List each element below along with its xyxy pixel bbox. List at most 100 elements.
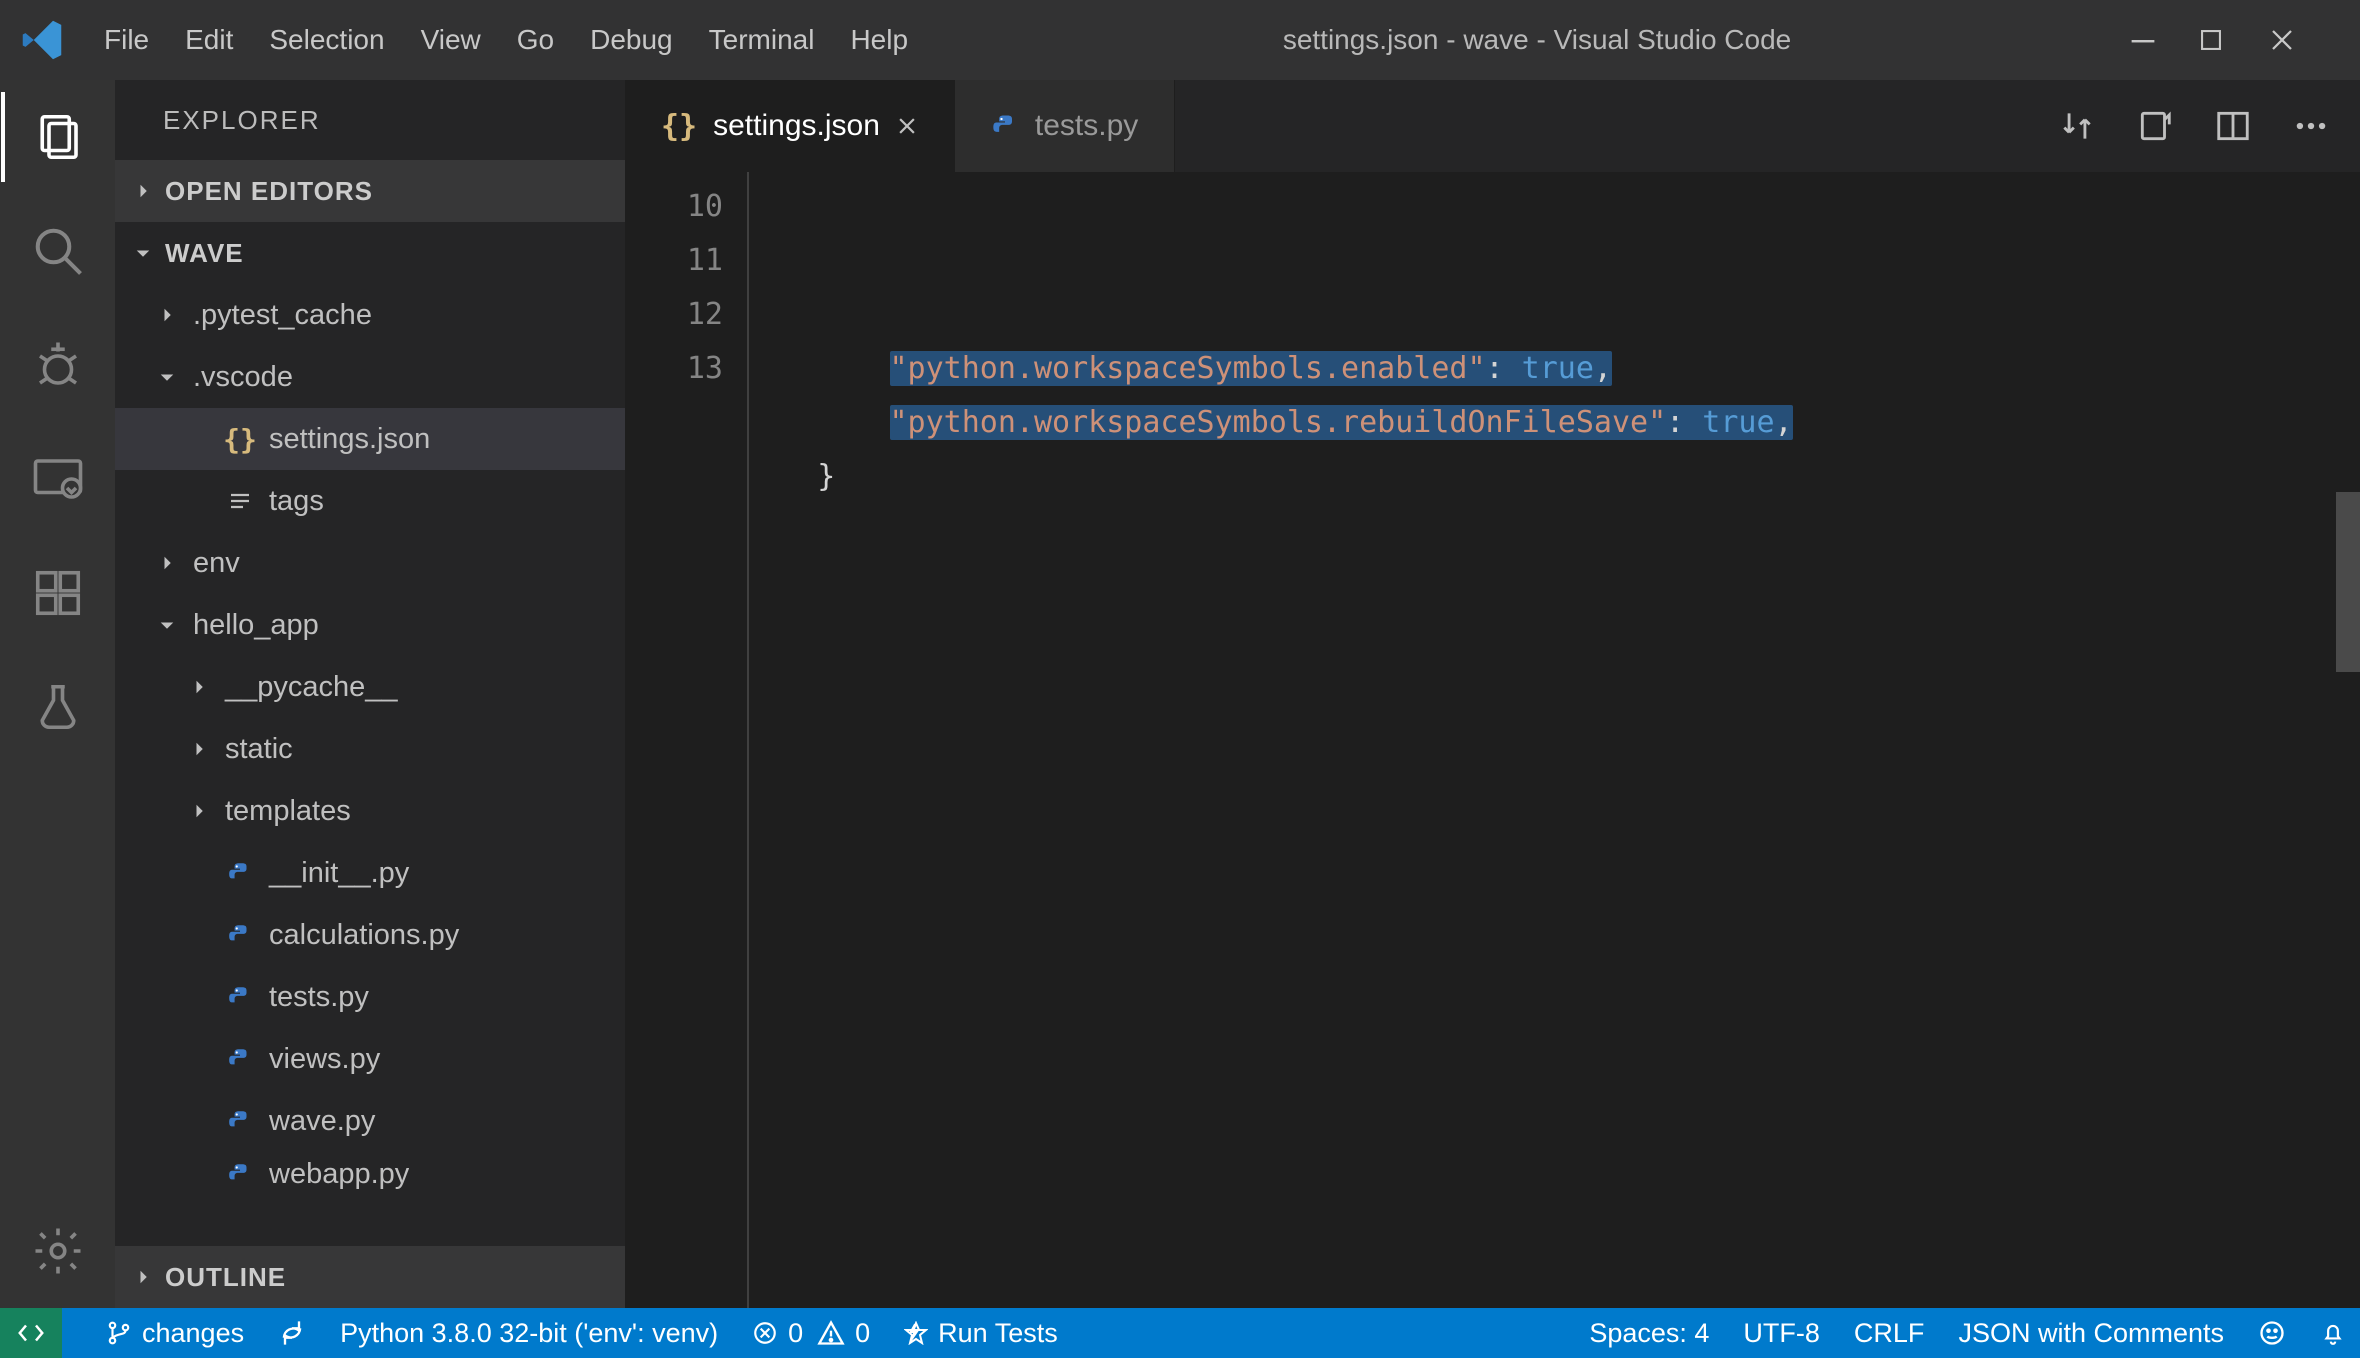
python-icon	[225, 984, 255, 1010]
open-editors-section[interactable]: OPEN EDITORS	[115, 160, 625, 222]
tree-item-label: tags	[269, 485, 324, 518]
project-name-label: WAVE	[165, 238, 244, 269]
settings-gear-icon[interactable]	[31, 1224, 85, 1278]
explorer-icon[interactable]	[31, 110, 85, 164]
sidebar-explorer: EXPLORER OPEN EDITORS WAVE .pytest_cache…	[115, 80, 625, 1308]
test-icon[interactable]	[31, 680, 85, 734]
outline-section[interactable]: OUTLINE	[115, 1246, 625, 1308]
file-tree: .pytest_cache.vscode {} settings.json tagse…	[115, 284, 625, 1246]
window-maximize-icon[interactable]	[2200, 29, 2270, 51]
window-close-icon[interactable]	[2270, 28, 2340, 52]
tree-item-label: settings.json	[269, 423, 430, 456]
search-icon[interactable]	[31, 224, 85, 278]
split-editor-icon[interactable]	[2214, 107, 2252, 145]
tree-item-label: env	[193, 547, 240, 580]
project-section[interactable]: WAVE	[115, 222, 625, 284]
folder-item[interactable]: hello_app	[115, 594, 625, 656]
warnings-count[interactable]: 0	[817, 1318, 870, 1349]
chevron-right-icon	[187, 739, 211, 759]
file-item[interactable]: webapp.py	[115, 1152, 625, 1196]
editor-body[interactable]: 10111213 "python.workspaceSymbols.enable…	[625, 172, 2360, 1308]
file-item[interactable]: __init__.py	[115, 842, 625, 904]
extensions-icon[interactable]	[31, 566, 85, 620]
remote-explorer-icon[interactable]	[31, 452, 85, 506]
tree-item-label: templates	[225, 795, 351, 828]
git-branch[interactable]: changes	[106, 1318, 244, 1349]
menu-file[interactable]: File	[104, 24, 149, 56]
title-bar: File Edit Selection View Go Debug Termin…	[0, 0, 2360, 80]
folder-item[interactable]: __pycache__	[115, 656, 625, 718]
tree-item-label: __pycache__	[225, 671, 398, 704]
file-item[interactable]: {} settings.json	[115, 408, 625, 470]
file-item[interactable]: tests.py	[115, 966, 625, 1028]
errors-count[interactable]: 0	[752, 1318, 803, 1349]
debug-icon[interactable]	[31, 338, 85, 392]
line-number: 10	[625, 180, 723, 234]
folder-item[interactable]: .pytest_cache	[115, 284, 625, 346]
tree-item-label: wave.py	[269, 1105, 375, 1138]
more-actions-icon[interactable]	[2292, 107, 2330, 145]
sidebar-header: EXPLORER	[115, 80, 625, 160]
encoding[interactable]: UTF-8	[1743, 1318, 1820, 1349]
json-icon: {}	[225, 423, 255, 456]
scrollbar-thumb[interactable]	[2336, 492, 2360, 672]
indentation[interactable]: Spaces: 4	[1589, 1318, 1709, 1349]
editor-area: {} settings.json tests.py	[625, 80, 2360, 1308]
python-icon	[225, 922, 255, 948]
chevron-down-icon	[133, 243, 153, 263]
menu-help[interactable]: Help	[850, 24, 908, 56]
python-interpreter[interactable]: Python 3.8.0 32-bit ('env': venv)	[340, 1318, 718, 1349]
tab-label: settings.json	[713, 109, 880, 143]
run-tests-label: Run Tests	[938, 1318, 1058, 1349]
activity-bar	[0, 80, 115, 1308]
git-branch-label: changes	[142, 1318, 244, 1349]
status-bar: changes Python 3.8.0 32-bit ('env': venv…	[0, 1308, 2360, 1358]
file-item[interactable]: wave.py	[115, 1090, 625, 1152]
code-line[interactable]: "python.workspaceSymbols.rebuildOnFileSa…	[745, 396, 2360, 450]
menu-edit[interactable]: Edit	[185, 24, 233, 56]
json-icon: {}	[661, 109, 697, 144]
eol[interactable]: CRLF	[1854, 1318, 1925, 1349]
editor-tabbar: {} settings.json tests.py	[625, 80, 2360, 172]
menu-go[interactable]: Go	[517, 24, 554, 56]
outline-label: OUTLINE	[165, 1262, 286, 1293]
run-tests[interactable]: Run Tests	[904, 1318, 1058, 1349]
tab-tests-py[interactable]: tests.py	[955, 80, 1175, 172]
menu-view[interactable]: View	[421, 24, 481, 56]
code-line[interactable]: "python.workspaceSymbols.enabled": true,	[745, 342, 2360, 396]
language-mode[interactable]: JSON with Comments	[1958, 1318, 2224, 1349]
menu-debug[interactable]: Debug	[590, 24, 673, 56]
window-minimize-icon[interactable]	[2130, 27, 2200, 53]
python-icon	[225, 1108, 255, 1134]
window-title: settings.json - wave - Visual Studio Cod…	[1283, 24, 1791, 56]
file-item[interactable]: calculations.py	[115, 904, 625, 966]
code-line[interactable]: }	[745, 450, 2360, 504]
sync-icon[interactable]	[278, 1319, 306, 1347]
menu-selection[interactable]: Selection	[269, 24, 384, 56]
tab-label: tests.py	[1035, 109, 1138, 143]
tree-item-label: calculations.py	[269, 919, 459, 952]
file-item[interactable]: tags	[115, 470, 625, 532]
line-number: 13	[625, 342, 723, 396]
compare-changes-icon[interactable]	[2058, 107, 2096, 145]
feedback-smiley-icon[interactable]	[2258, 1319, 2286, 1347]
chevron-right-icon	[133, 181, 153, 201]
line-number-gutter: 10111213	[625, 172, 745, 1308]
close-icon[interactable]	[896, 115, 918, 137]
folder-item[interactable]: templates	[115, 780, 625, 842]
file-item[interactable]: views.py	[115, 1028, 625, 1090]
vscode-logo-icon	[20, 18, 64, 62]
tab-settings-json[interactable]: {} settings.json	[625, 80, 955, 172]
folder-item[interactable]: .vscode	[115, 346, 625, 408]
chevron-down-icon	[155, 615, 179, 635]
folder-item[interactable]: static	[115, 718, 625, 780]
open-changes-icon[interactable]	[2136, 107, 2174, 145]
code-content[interactable]: "python.workspaceSymbols.enabled": true,…	[745, 172, 2360, 1308]
menu-terminal[interactable]: Terminal	[709, 24, 815, 56]
python-icon	[991, 112, 1019, 140]
folder-item[interactable]: env	[115, 532, 625, 594]
tree-item-label: hello_app	[193, 609, 319, 642]
notifications-bell-icon[interactable]	[2320, 1320, 2346, 1346]
remote-indicator[interactable]	[0, 1308, 62, 1358]
chevron-right-icon	[133, 1267, 153, 1287]
